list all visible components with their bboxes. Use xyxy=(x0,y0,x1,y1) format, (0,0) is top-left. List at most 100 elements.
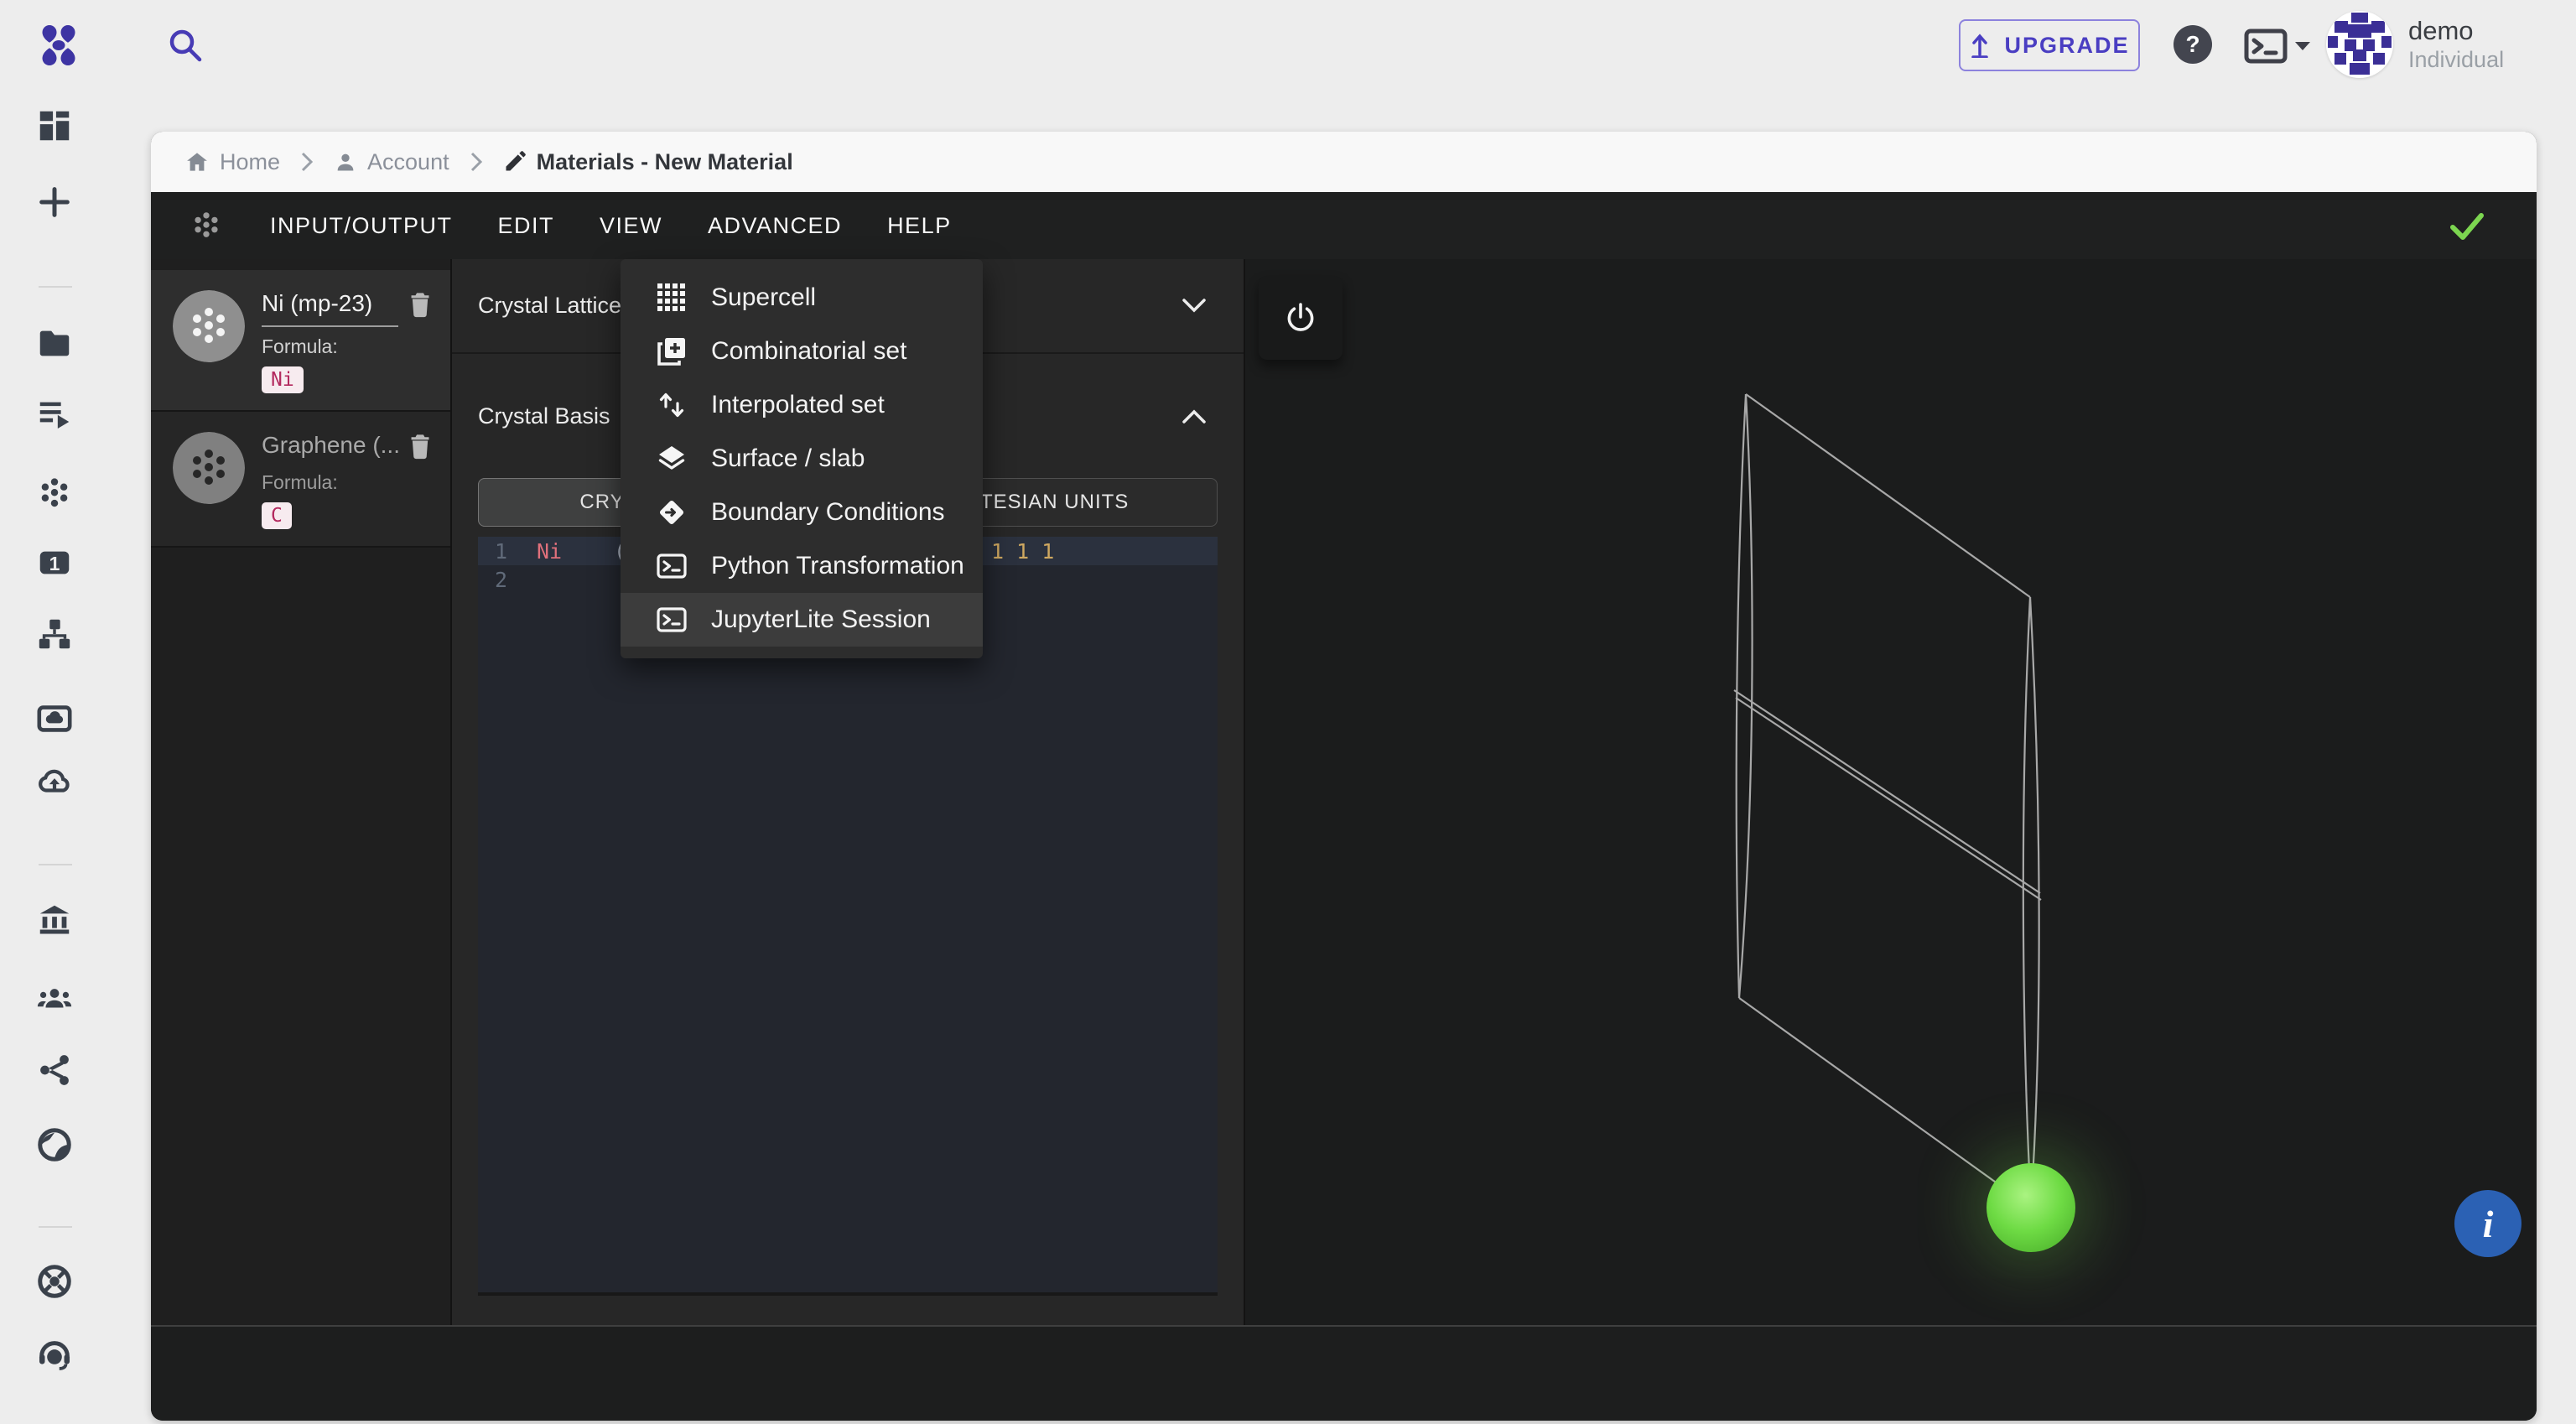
workflow-tree-icon xyxy=(39,619,70,649)
supercell-grid-icon xyxy=(657,283,685,311)
section-label: Crystal Basis xyxy=(478,403,610,429)
chevron-up-icon[interactable] xyxy=(1180,406,1208,426)
menu-item-jupyterlite-session[interactable]: JupyterLite Session xyxy=(621,593,983,647)
chevron-right-icon xyxy=(470,152,482,172)
molecule-icon xyxy=(195,212,218,237)
terminal-icon xyxy=(657,553,687,579)
person-icon xyxy=(337,153,354,171)
jobs-one-icon: 1 xyxy=(39,551,70,574)
formula-chip: C xyxy=(262,502,292,529)
trash-icon xyxy=(411,293,429,318)
menu-edit[interactable]: EDIT xyxy=(498,213,555,239)
menu-item-boundary-conditions[interactable]: Boundary Conditions xyxy=(621,486,983,539)
upgrade-button[interactable]: UPGRADE xyxy=(1959,19,2140,71)
dashboard-icon xyxy=(39,111,70,141)
account-menu[interactable]: demo Individual xyxy=(2326,11,2504,78)
designer-card: Home Account Materials - New Material IN… xyxy=(151,132,2537,1421)
delete-material-button[interactable] xyxy=(407,290,434,321)
sidebar-item-cloud-upload[interactable] xyxy=(35,762,74,801)
support-wheel-icon xyxy=(38,1265,71,1298)
element-token: Ni xyxy=(537,539,563,564)
menu-item-interpolated-set[interactable]: Interpolated set xyxy=(621,378,983,432)
search-icon xyxy=(169,29,202,62)
sidebar-item-team[interactable] xyxy=(35,980,74,1018)
formula-chip: Ni xyxy=(262,366,304,393)
menu-input-output[interactable]: INPUT/OUTPUT xyxy=(270,213,453,239)
menu-item-python-transformation[interactable]: Python Transformation xyxy=(621,539,983,593)
sidebar-item-share[interactable] xyxy=(35,1051,74,1089)
material-name-field[interactable]: Graphene (... xyxy=(262,432,398,459)
upgrade-label: UPGRADE xyxy=(2004,32,2130,58)
menu-view[interactable]: VIEW xyxy=(600,213,662,239)
breadcrumb-home[interactable]: Home xyxy=(184,149,280,175)
sidebar-item-workflow-designer[interactable] xyxy=(35,615,74,653)
chevron-down-icon[interactable] xyxy=(1180,296,1208,316)
upload-icon xyxy=(1971,34,1989,58)
breadcrumb-current: Materials - New Material xyxy=(503,149,793,175)
ni-atom-sphere[interactable] xyxy=(1987,1163,2075,1252)
page-title: Materials - New Material xyxy=(536,148,793,174)
sidebar-item-organization[interactable] xyxy=(35,901,74,939)
info-icon: i xyxy=(2482,1202,2494,1245)
menu-help[interactable]: HELP xyxy=(887,213,952,239)
section-label: Crystal Lattice xyxy=(478,293,622,318)
formula-label: Formula: xyxy=(262,335,338,357)
line-number: 1 xyxy=(495,539,508,564)
3d-viewer[interactable]: i xyxy=(1245,259,2537,1325)
delete-material-button[interactable] xyxy=(407,432,434,463)
material-avatar-icon xyxy=(173,290,245,362)
sidebar-item-workflows[interactable] xyxy=(35,394,74,433)
directions-icon xyxy=(659,500,684,525)
unit-cell-wireframe xyxy=(1733,393,2042,1208)
materials-list: Ni (mp-23) Formula: Ni Graphene (... For… xyxy=(151,259,452,1325)
user-name: demo xyxy=(2408,15,2474,45)
sidebar-divider xyxy=(39,1226,72,1228)
chevron-right-icon xyxy=(301,152,314,172)
menu-item-combinatorial-set[interactable]: Combinatorial set xyxy=(621,325,983,378)
material-name-field[interactable]: Ni (mp-23) xyxy=(262,290,398,327)
svg-text:1: 1 xyxy=(49,553,60,574)
designer-menubar: INPUT/OUTPUT EDIT VIEW ADVANCED HELP xyxy=(151,192,2537,259)
material-item-graphene[interactable]: Graphene (... Formula: C xyxy=(151,412,450,548)
sidebar-divider xyxy=(39,286,72,288)
library-add-icon xyxy=(657,338,685,366)
media-frame-icon xyxy=(37,705,72,732)
menu-advanced[interactable]: ADVANCED xyxy=(708,213,842,239)
layers-icon xyxy=(658,446,685,470)
sidebar-item-materials[interactable] xyxy=(35,474,74,512)
sidebar-item-projects[interactable] xyxy=(35,325,74,363)
menu-item-surface-slab[interactable]: Surface / slab xyxy=(621,432,983,486)
sidebar-item-web[interactable] xyxy=(35,1125,74,1164)
breadcrumb-account[interactable]: Account xyxy=(334,149,449,175)
folder-icon xyxy=(39,330,70,356)
constraints-token: 1 1 1 xyxy=(991,539,1055,564)
app-sidebar: 1 xyxy=(0,0,109,1424)
sidebar-item-contact-support[interactable] xyxy=(35,1337,74,1375)
terminal-icon xyxy=(657,607,687,632)
help-button[interactable]: ? xyxy=(2174,25,2212,64)
people-icon xyxy=(37,989,72,1008)
swap-vertical-icon xyxy=(659,392,684,418)
line-number: 2 xyxy=(495,568,508,592)
search-button[interactable] xyxy=(164,24,206,66)
menu-item-supercell[interactable]: Supercell xyxy=(621,271,983,325)
contact-support-icon xyxy=(39,1341,70,1370)
green-check-icon[interactable] xyxy=(2443,205,2490,246)
add-icon xyxy=(39,187,70,217)
sidebar-item-dashboard[interactable] xyxy=(35,107,74,145)
share-icon xyxy=(40,1055,69,1085)
trash-icon xyxy=(411,434,429,460)
materials-designer-app: UPGRADE ? demo Individual 1 Home Account… xyxy=(0,0,2576,1424)
console-menu-button[interactable] xyxy=(2244,28,2314,65)
sidebar-item-media[interactable] xyxy=(35,699,74,738)
material-item-ni[interactable]: Ni (mp-23) Formula: Ni xyxy=(151,270,450,412)
terminal-icon xyxy=(2244,29,2288,64)
viewer-info-button[interactable]: i xyxy=(2454,1190,2521,1257)
breadcrumb: Home Account Materials - New Material xyxy=(151,132,2537,192)
sidebar-item-jobs[interactable]: 1 xyxy=(35,543,74,582)
sidebar-item-create[interactable] xyxy=(35,183,74,221)
material-avatar-icon xyxy=(173,432,245,504)
web-globe-icon xyxy=(38,1128,71,1162)
playlist-run-icon xyxy=(39,402,70,429)
sidebar-item-support[interactable] xyxy=(35,1262,74,1301)
